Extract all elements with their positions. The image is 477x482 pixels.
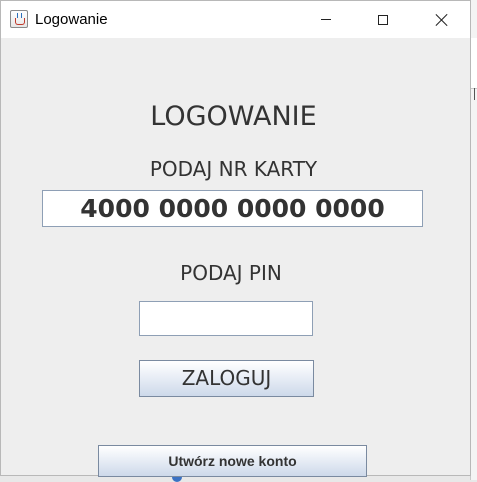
login-window: Logowanie LOGOWANIE PODAJ NR KARTY PODAJ… (0, 0, 471, 477)
card-number-label: PODAJ NR KARTY (149, 157, 318, 181)
maximize-icon (378, 14, 388, 25)
background-window-toolbar (471, 38, 477, 100)
title-bar[interactable]: Logowanie (1, 1, 470, 38)
java-cup-icon (10, 10, 28, 28)
card-number-field[interactable] (42, 190, 423, 227)
minimize-button[interactable] (303, 1, 349, 38)
background-window (470, 0, 477, 480)
close-button[interactable] (419, 1, 465, 38)
maximize-button[interactable] (360, 1, 406, 38)
login-button[interactable]: ZALOGUJ (139, 360, 314, 397)
page-title: LOGOWANIE (150, 101, 317, 132)
pin-label: PODAJ PIN (180, 261, 282, 285)
close-icon (436, 14, 448, 26)
background-window-divider (474, 88, 475, 100)
create-account-button[interactable]: Utwórz nowe konto (98, 445, 367, 477)
pin-field[interactable] (139, 301, 313, 336)
minimize-icon (321, 19, 331, 20)
window-title: Logowanie (35, 11, 108, 28)
